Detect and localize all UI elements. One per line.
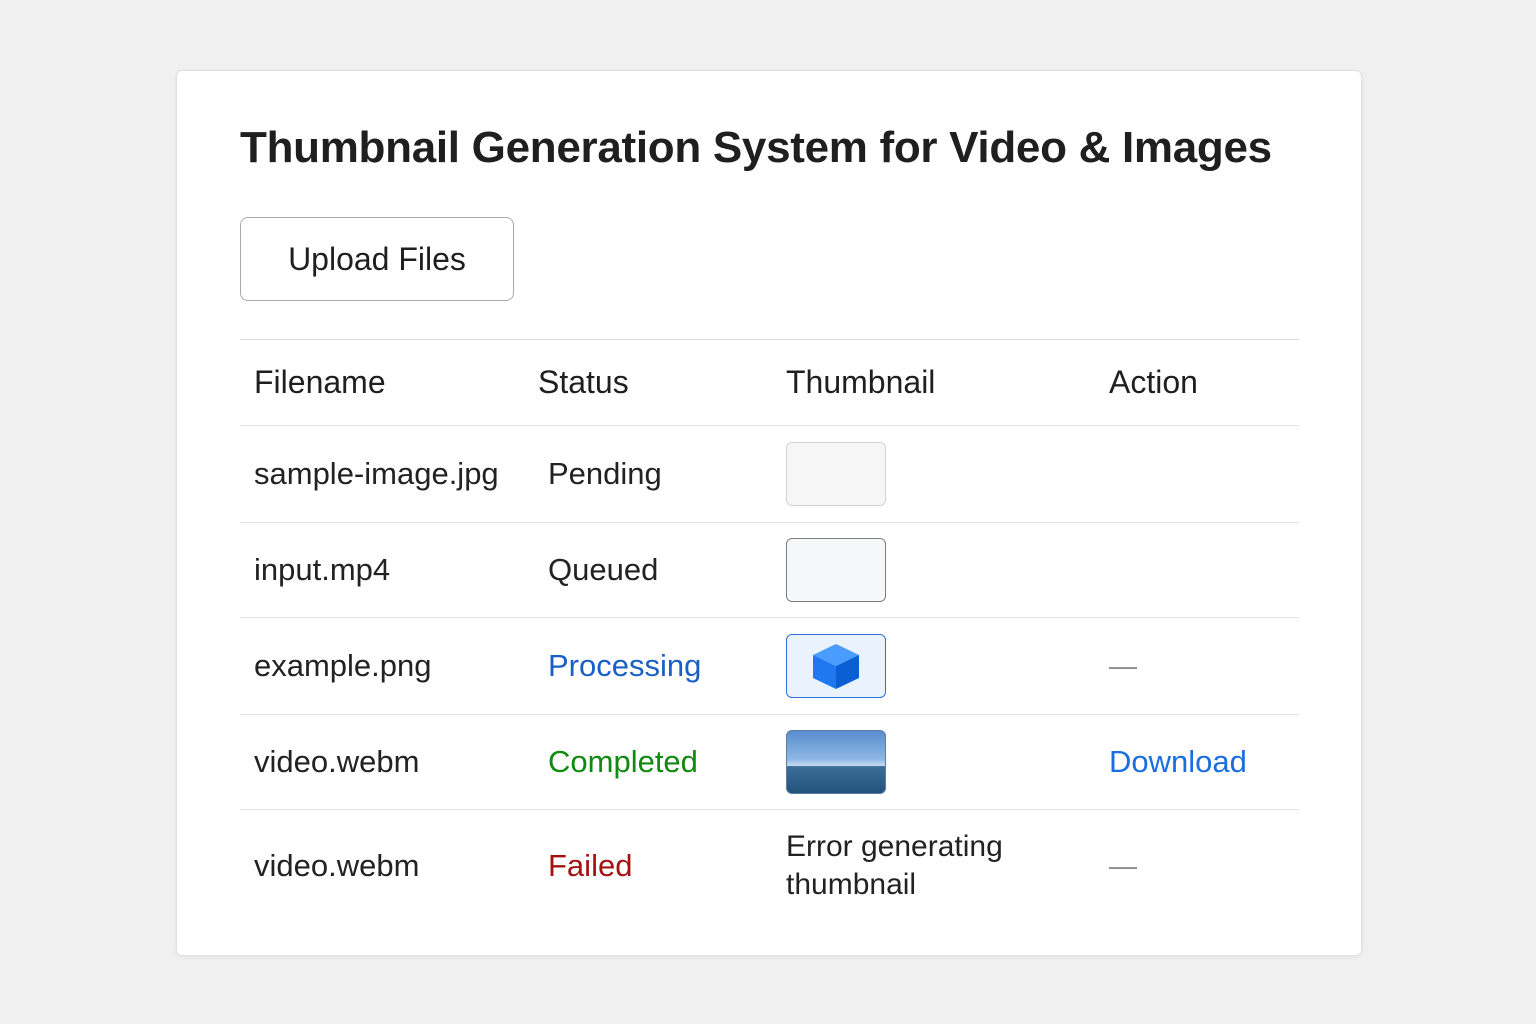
header-thumbnail: Thumbnail bbox=[786, 364, 936, 400]
upload-files-button[interactable]: Upload Files bbox=[240, 217, 514, 301]
table-row: video.webm Failed Error generating thumb… bbox=[240, 810, 1299, 922]
header-filename: Filename bbox=[254, 364, 386, 400]
row-thumbnail-cell bbox=[786, 426, 886, 522]
thumbnail-error-text: Error generating thumbnail bbox=[786, 830, 1003, 901]
row-thumbnail-cell: Error generating thumbnail bbox=[786, 810, 1076, 922]
row-filename: video.webm bbox=[254, 848, 420, 883]
table-row: example.png Processing — bbox=[240, 618, 1299, 715]
table-row: video.webm Completed Download bbox=[240, 715, 1299, 810]
row-filename: input.mp4 bbox=[254, 552, 391, 587]
row-status: Pending bbox=[548, 456, 662, 491]
download-link[interactable]: Download bbox=[1109, 744, 1247, 780]
header-status: Status bbox=[538, 364, 629, 400]
row-action-cell: Download bbox=[1109, 715, 1247, 809]
row-action-placeholder: — bbox=[1109, 650, 1137, 681]
table-row: sample-image.jpg Pending bbox=[240, 426, 1299, 523]
header-action: Action bbox=[1109, 364, 1198, 400]
files-table: Filename Status Thumbnail Action sample-… bbox=[240, 339, 1299, 922]
row-status: Processing bbox=[548, 648, 702, 683]
row-action-placeholder: — bbox=[1109, 850, 1137, 881]
row-thumbnail-cell bbox=[786, 618, 886, 714]
row-status: Completed bbox=[548, 744, 698, 779]
main-card: Thumbnail Generation System for Video & … bbox=[176, 70, 1362, 956]
cube-icon bbox=[813, 644, 859, 689]
thumbnail-placeholder bbox=[786, 538, 886, 602]
thumbnail-preview[interactable] bbox=[786, 634, 886, 698]
row-status: Queued bbox=[548, 552, 659, 587]
page-title: Thumbnail Generation System for Video & … bbox=[240, 123, 1272, 172]
row-filename: sample-image.jpg bbox=[254, 456, 499, 491]
thumbnail-placeholder bbox=[786, 442, 886, 506]
table-row: input.mp4 Queued bbox=[240, 523, 1299, 618]
row-status: Failed bbox=[548, 848, 633, 883]
table-header-row: Filename Status Thumbnail Action bbox=[240, 340, 1299, 426]
row-thumbnail-cell bbox=[786, 523, 886, 617]
row-filename: example.png bbox=[254, 648, 432, 683]
row-filename: video.webm bbox=[254, 744, 420, 779]
row-thumbnail-cell bbox=[786, 715, 886, 809]
thumbnail-ocean-image[interactable] bbox=[786, 730, 886, 794]
